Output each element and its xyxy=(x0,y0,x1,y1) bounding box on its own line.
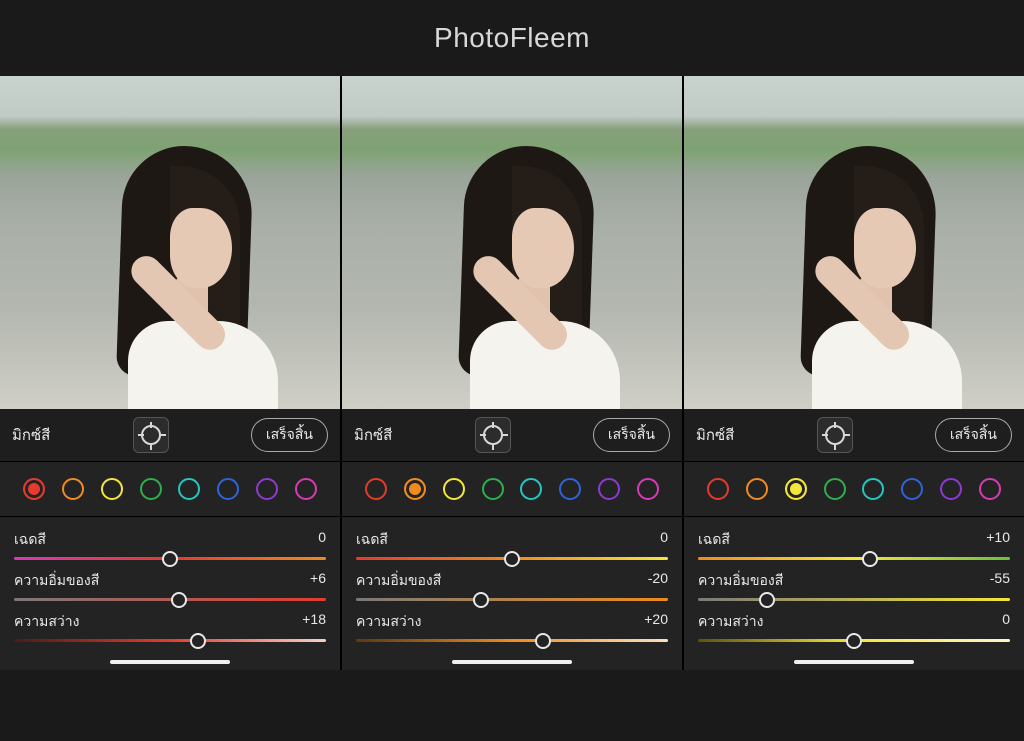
swatch-purple[interactable] xyxy=(598,478,620,500)
slider-thumb[interactable] xyxy=(162,551,178,567)
swatch-yellow[interactable] xyxy=(101,478,123,500)
hue-value: 0 xyxy=(660,529,668,551)
sat-value: -20 xyxy=(648,570,668,592)
mix-label: มิกซ์สี xyxy=(696,423,734,447)
sliders-group: เฉดสี 0 ความอิ่มของสี +6 ความสว่าง +18 xyxy=(0,517,340,670)
swatch-blue[interactable] xyxy=(217,478,239,500)
hue-label: เฉดสี xyxy=(698,529,730,551)
home-indicator[interactable] xyxy=(452,660,572,664)
swatch-magenta[interactable] xyxy=(295,478,317,500)
done-button[interactable]: เสร็จสิ้น xyxy=(593,418,670,452)
slider-thumb[interactable] xyxy=(535,633,551,649)
lum-value: 0 xyxy=(1002,611,1010,633)
sat-slider[interactable] xyxy=(698,598,1010,601)
hue-value: 0 xyxy=(318,529,326,551)
lum-slider[interactable] xyxy=(698,639,1010,642)
lum-label: ความสว่าง xyxy=(698,611,763,633)
slider-thumb[interactable] xyxy=(862,551,878,567)
sat-value: -55 xyxy=(990,570,1010,592)
sat-slider[interactable] xyxy=(356,598,668,601)
swatch-magenta[interactable] xyxy=(979,478,1001,500)
swatch-green[interactable] xyxy=(140,478,162,500)
sliders-group: เฉดสี 0 ความอิ่มของสี -20 ความสว่าง +20 xyxy=(342,517,682,670)
home-indicator[interactable] xyxy=(794,660,914,664)
swatch-aqua[interactable] xyxy=(520,478,542,500)
done-button[interactable]: เสร็จสิ้น xyxy=(935,418,1012,452)
swatch-green[interactable] xyxy=(824,478,846,500)
sat-label: ความอิ่มของสี xyxy=(14,570,99,592)
swatch-orange[interactable] xyxy=(746,478,768,500)
done-button[interactable]: เสร็จสิ้น xyxy=(251,418,328,452)
swatch-yellow[interactable] xyxy=(785,478,807,500)
hue-slider[interactable] xyxy=(356,557,668,560)
color-swatches xyxy=(684,461,1024,517)
slider-thumb[interactable] xyxy=(846,633,862,649)
sat-value: +6 xyxy=(310,570,326,592)
swatch-purple[interactable] xyxy=(256,478,278,500)
photo-preview[interactable] xyxy=(0,76,340,409)
targeted-adjustment-button[interactable] xyxy=(133,417,169,453)
swatch-orange[interactable] xyxy=(404,478,426,500)
lum-label: ความสว่าง xyxy=(356,611,421,633)
hue-label: เฉดสี xyxy=(14,529,46,551)
mix-label: มิกซ์สี xyxy=(12,423,50,447)
edit-panel-3: มิกซ์สี เสร็จสิ้น เฉดสี +10 xyxy=(684,76,1024,670)
swatch-blue[interactable] xyxy=(559,478,581,500)
targeted-adjustment-button[interactable] xyxy=(475,417,511,453)
home-indicator[interactable] xyxy=(110,660,230,664)
slider-thumb[interactable] xyxy=(759,592,775,608)
edit-panel-1: มิกซ์สี เสร็จสิ้น เฉดสี 0 xyxy=(0,76,342,670)
swatch-red[interactable] xyxy=(23,478,45,500)
color-mix-toolbar: มิกซ์สี เสร็จสิ้น xyxy=(342,409,682,461)
lum-slider[interactable] xyxy=(14,639,326,642)
hue-value: +10 xyxy=(986,529,1010,551)
color-mix-toolbar: มิกซ์สี เสร็จสิ้น xyxy=(684,409,1024,461)
target-icon xyxy=(483,425,503,445)
slider-thumb[interactable] xyxy=(504,551,520,567)
hue-slider[interactable] xyxy=(698,557,1010,560)
swatch-purple[interactable] xyxy=(940,478,962,500)
lum-slider[interactable] xyxy=(356,639,668,642)
sat-slider[interactable] xyxy=(14,598,326,601)
mix-label: มิกซ์สี xyxy=(354,423,392,447)
targeted-adjustment-button[interactable] xyxy=(817,417,853,453)
target-icon xyxy=(141,425,161,445)
swatch-aqua[interactable] xyxy=(178,478,200,500)
target-icon xyxy=(825,425,845,445)
color-swatches xyxy=(0,461,340,517)
sat-label: ความอิ่มของสี xyxy=(356,570,441,592)
hue-slider[interactable] xyxy=(14,557,326,560)
hue-label: เฉดสี xyxy=(356,529,388,551)
edit-panel-2: มิกซ์สี เสร็จสิ้น เฉดสี 0 xyxy=(342,76,684,670)
photo-preview[interactable] xyxy=(684,76,1024,409)
brand-title: PhotoFleem xyxy=(0,0,1024,76)
photo-preview[interactable] xyxy=(342,76,682,409)
slider-thumb[interactable] xyxy=(190,633,206,649)
swatch-yellow[interactable] xyxy=(443,478,465,500)
lum-value: +20 xyxy=(644,611,668,633)
swatch-orange[interactable] xyxy=(62,478,84,500)
lum-label: ความสว่าง xyxy=(14,611,79,633)
swatch-magenta[interactable] xyxy=(637,478,659,500)
sat-label: ความอิ่มของสี xyxy=(698,570,783,592)
swatch-red[interactable] xyxy=(365,478,387,500)
swatch-red[interactable] xyxy=(707,478,729,500)
color-swatches xyxy=(342,461,682,517)
slider-thumb[interactable] xyxy=(171,592,187,608)
swatch-blue[interactable] xyxy=(901,478,923,500)
color-mix-toolbar: มิกซ์สี เสร็จสิ้น xyxy=(0,409,340,461)
lum-value: +18 xyxy=(302,611,326,633)
sliders-group: เฉดสี +10 ความอิ่มของสี -55 ความสว่าง 0 xyxy=(684,517,1024,670)
panels-row: มิกซ์สี เสร็จสิ้น เฉดสี 0 xyxy=(0,76,1024,670)
slider-thumb[interactable] xyxy=(473,592,489,608)
swatch-green[interactable] xyxy=(482,478,504,500)
swatch-aqua[interactable] xyxy=(862,478,884,500)
